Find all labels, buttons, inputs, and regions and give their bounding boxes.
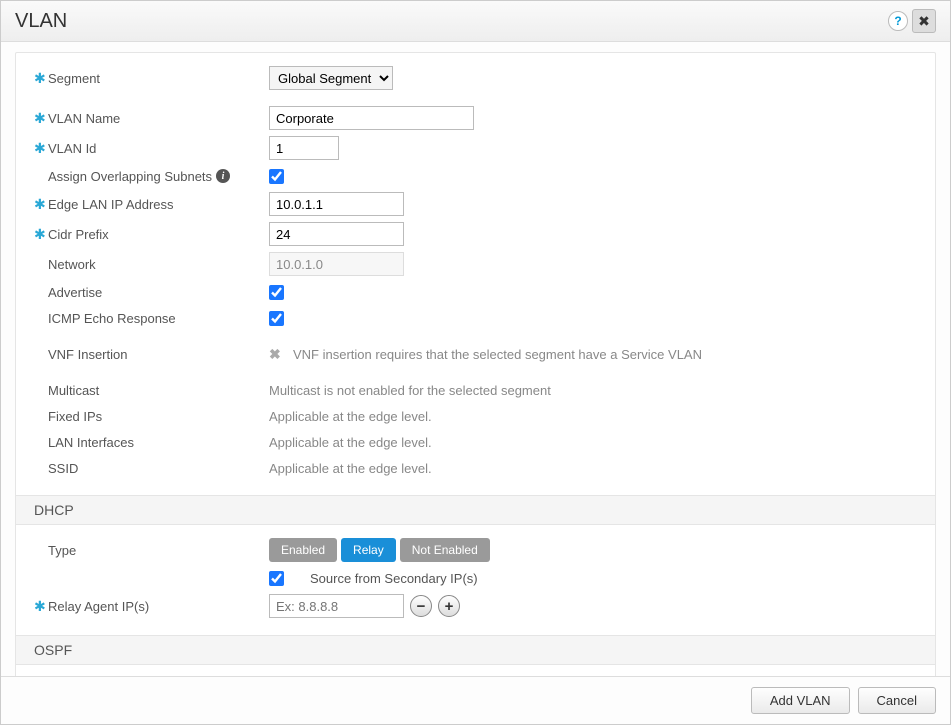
required-icon: ✱ — [34, 140, 48, 157]
row-vnf: VNF Insertion ✖ VNF insertion requires t… — [34, 341, 917, 367]
row-icmp: ICMP Echo Response — [34, 305, 917, 331]
row-lan-interfaces: LAN Interfaces Applicable at the edge le… — [34, 429, 917, 455]
label-vnf: VNF Insertion — [48, 347, 127, 362]
label-vlan-id: VLAN Id — [48, 141, 96, 156]
label-fixed-ips: Fixed IPs — [48, 409, 102, 424]
vlan-id-input[interactable] — [269, 136, 339, 160]
label-network: Network — [48, 257, 96, 272]
cancel-button[interactable]: Cancel — [858, 687, 936, 714]
row-advertise: Advertise — [34, 279, 917, 305]
row-dhcp-type: Type Enabled Relay Not Enabled — [34, 535, 917, 565]
dialog-header-actions: ? ✖ — [888, 9, 936, 33]
ssid-note: Applicable at the edge level. — [269, 461, 432, 476]
row-fixed-ips: Fixed IPs Applicable at the edge level. — [34, 403, 917, 429]
dialog-footer: Add VLAN Cancel — [1, 676, 950, 724]
relay-agent-input[interactable] — [269, 594, 404, 618]
lan-interfaces-note: Applicable at the edge level. — [269, 435, 432, 450]
vnf-note: VNF insertion requires that the selected… — [293, 347, 702, 362]
row-assign-overlap: Assign Overlapping Subnets i — [34, 163, 917, 189]
dhcp-header: DHCP — [16, 495, 935, 525]
row-network: Network — [34, 249, 917, 279]
add-relay-button[interactable]: + — [438, 595, 460, 617]
label-advertise: Advertise — [48, 285, 102, 300]
dhcp-type-group: Enabled Relay Not Enabled — [269, 538, 490, 562]
dhcp-relay-button[interactable]: Relay — [341, 538, 396, 562]
disabled-icon: ✖ — [269, 346, 285, 363]
row-multicast: Multicast Multicast is not enabled for t… — [34, 377, 917, 403]
help-button[interactable]: ? — [888, 11, 908, 31]
label-dhcp-type: Type — [48, 543, 76, 558]
row-vlan-name: ✱VLAN Name — [34, 103, 917, 133]
add-vlan-button[interactable]: Add VLAN — [751, 687, 850, 714]
cidr-input[interactable] — [269, 222, 404, 246]
label-relay-agent: Relay Agent IP(s) — [48, 599, 149, 614]
close-button[interactable]: ✖ — [912, 9, 936, 33]
vlan-name-input[interactable] — [269, 106, 474, 130]
label-icmp: ICMP Echo Response — [48, 311, 176, 326]
dhcp-enabled-button[interactable]: Enabled — [269, 538, 337, 562]
label-vlan-name: VLAN Name — [48, 111, 120, 126]
segment-select[interactable]: Global Segment — [269, 66, 393, 90]
row-source-secondary: Source from Secondary IP(s) — [34, 565, 917, 591]
label-assign-overlap: Assign Overlapping Subnets — [48, 169, 212, 184]
label-source-secondary: Source from Secondary IP(s) — [310, 571, 478, 586]
row-vlan-id: ✱VLAN Id — [34, 133, 917, 163]
dialog-body: ✱Segment Global Segment ✱VLAN Name — [1, 42, 950, 676]
source-secondary-checkbox[interactable] — [269, 571, 284, 586]
dialog-title: VLAN — [15, 10, 67, 33]
info-icon[interactable]: i — [216, 169, 230, 183]
required-icon: ✱ — [34, 70, 48, 87]
close-icon: ✖ — [918, 13, 930, 30]
label-segment: Segment — [48, 71, 100, 86]
multicast-note: Multicast is not enabled for the selecte… — [269, 383, 551, 398]
advertise-checkbox[interactable] — [269, 285, 284, 300]
row-segment: ✱Segment Global Segment — [34, 63, 917, 93]
required-icon: ✱ — [34, 110, 48, 127]
row-edge-lan-ip: ✱Edge LAN IP Address — [34, 189, 917, 219]
label-edge-lan-ip: Edge LAN IP Address — [48, 197, 174, 212]
dhcp-not-enabled-button[interactable]: Not Enabled — [400, 538, 490, 562]
network-input — [269, 252, 404, 276]
label-ssid: SSID — [48, 461, 78, 476]
ospf-header: OSPF — [16, 635, 935, 665]
label-lan-interfaces: LAN Interfaces — [48, 435, 134, 450]
vlan-dialog: VLAN ? ✖ ✱Segment Global Segment ✱VLAN — [0, 0, 951, 725]
row-ssid: SSID Applicable at the edge level. — [34, 455, 917, 481]
icmp-checkbox[interactable] — [269, 311, 284, 326]
fixed-ips-note: Applicable at the edge level. — [269, 409, 432, 424]
dialog-header: VLAN ? ✖ — [1, 1, 950, 42]
edge-lan-ip-input[interactable] — [269, 192, 404, 216]
remove-relay-button[interactable]: − — [410, 595, 432, 617]
form-panel: ✱Segment Global Segment ✱VLAN Name — [15, 52, 936, 676]
row-cidr: ✱Cidr Prefix — [34, 219, 917, 249]
required-icon: ✱ — [34, 196, 48, 213]
row-relay-agent: ✱Relay Agent IP(s) − + — [34, 591, 917, 621]
assign-overlap-checkbox[interactable] — [269, 169, 284, 184]
required-icon: ✱ — [34, 598, 48, 615]
required-icon: ✱ — [34, 226, 48, 243]
label-multicast: Multicast — [48, 383, 99, 398]
label-cidr: Cidr Prefix — [48, 227, 109, 242]
